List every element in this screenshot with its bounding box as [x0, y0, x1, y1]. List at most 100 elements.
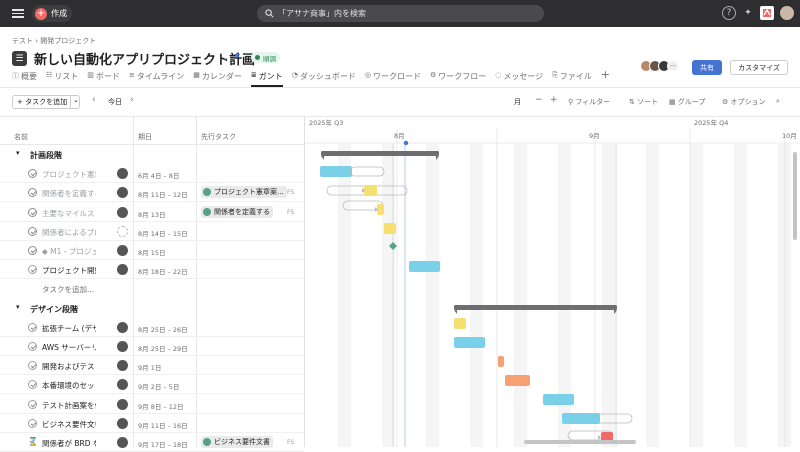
avatar[interactable]: [117, 168, 128, 180]
tab-calendar[interactable]: ▦ カレンダー: [193, 71, 242, 87]
task-name[interactable]: 開発およびテスト環境: [42, 361, 96, 372]
table-row[interactable]: 関係者によるプロジェクト承認 8月 14日 – 15日: [0, 222, 304, 241]
menu-icon[interactable]: [12, 7, 24, 19]
dependency-chip[interactable]: プロジェクト憲章案...: [201, 186, 287, 199]
task-checkbox[interactable]: [28, 207, 37, 217]
avatar[interactable]: [117, 187, 128, 199]
task-checkbox[interactable]: [28, 226, 37, 236]
task-checkbox[interactable]: [28, 399, 37, 409]
task-name[interactable]: AWS サーバーリソース: [42, 342, 96, 353]
task-name[interactable]: 拡張チーム (デザイン): [42, 323, 96, 334]
help-icon[interactable]: ?: [722, 6, 736, 20]
horizontal-scrollbar[interactable]: [524, 440, 636, 444]
dependency-chip[interactable]: ビジネス要件文書: [201, 436, 273, 448]
task-checkbox[interactable]: [28, 361, 37, 371]
avatar[interactable]: [117, 417, 128, 429]
table-row[interactable]: テスト計画案を作成 9月 8日 – 12日: [0, 395, 304, 414]
avatar[interactable]: [117, 225, 128, 237]
table-row[interactable]: 拡張チーム (デザイン) 8月 25日 – 26日: [0, 318, 304, 337]
due-date[interactable]: 9月 1日: [138, 362, 161, 372]
tab-workload[interactable]: ◎ ワークロード: [365, 71, 421, 87]
column-header-name[interactable]: 名前: [14, 132, 28, 142]
previous-icon[interactable]: ‹: [92, 95, 96, 105]
due-date[interactable]: 9月 2日 – 5日: [138, 381, 179, 391]
zoom-month-select[interactable]: 月: [514, 97, 521, 107]
vertical-scrollbar[interactable]: [793, 152, 797, 240]
table-row[interactable]: ◆ M1 - プロジェクト計画完了 8月 15日: [0, 241, 304, 260]
task-name[interactable]: ◆ M1 - プロジェクト計画完了: [42, 246, 96, 257]
add-task-link[interactable]: タスクを追加...: [42, 284, 94, 295]
avatar[interactable]: [117, 245, 128, 256]
filter-button[interactable]: ⚲ フィルター: [568, 97, 610, 107]
caret-down-icon[interactable]: ▾: [16, 149, 20, 157]
hourglass-icon[interactable]: ⌛: [28, 437, 38, 446]
task-checkbox[interactable]: [28, 265, 37, 275]
due-date[interactable]: 8月 25日 – 29日: [138, 343, 188, 353]
task-checkbox[interactable]: [28, 246, 37, 255]
table-row[interactable]: AWS サーバーリソース 8月 25日 – 29日: [0, 337, 304, 356]
column-header-date[interactable]: 期日: [138, 132, 152, 142]
avatar[interactable]: [117, 398, 128, 410]
star-icon[interactable]: ★: [233, 51, 241, 61]
task-checkbox[interactable]: [28, 188, 37, 198]
zoom-out-icon[interactable]: −: [535, 95, 543, 105]
add-tab-button[interactable]: +: [601, 68, 610, 84]
workspace-logo-icon[interactable]: [760, 6, 774, 20]
task-checkbox[interactable]: [28, 322, 37, 332]
task-name[interactable]: プロジェクト開始: [42, 265, 96, 276]
tab-gantt[interactable]: ≣ ガント: [250, 71, 283, 87]
table-row[interactable]: 本番環境のセットアップ 9月 2日 – 5日: [0, 375, 304, 395]
group-button[interactable]: ▦ グループ: [669, 97, 705, 107]
member-avatars[interactable]: ···: [640, 60, 679, 72]
due-date[interactable]: 8月 18日 – 22日: [138, 266, 188, 276]
tab-timeline[interactable]: ≡ タイムライン: [129, 71, 184, 87]
avatar[interactable]: [117, 360, 128, 372]
avatar[interactable]: [117, 437, 128, 448]
table-row[interactable]: 主要なマイルストーン 8月 13日 関係者を定義する FS: [0, 203, 304, 222]
zoom-in-icon[interactable]: +: [550, 95, 558, 105]
tab-dashboard[interactable]: ◔ ダッシュボード: [292, 71, 356, 87]
create-button[interactable]: + 作成: [32, 5, 72, 22]
next-icon[interactable]: ›: [130, 95, 134, 105]
task-name[interactable]: 関係者を定義する: [42, 188, 96, 199]
due-date[interactable]: 8月 11日 – 12日: [138, 189, 188, 199]
options-button[interactable]: ⚙ オプション: [722, 97, 766, 107]
table-row[interactable]: ⌛ 関係者が BRD を承認 9月 17日 – 18日 ビジネス要件文書 FS: [0, 433, 304, 452]
due-date[interactable]: 8月 15日: [138, 247, 165, 257]
task-checkbox[interactable]: [28, 342, 37, 351]
task-name[interactable]: 本番環境のセットアップ: [42, 380, 96, 391]
chevron-down-icon[interactable]: ⌄: [70, 96, 79, 108]
due-date[interactable]: 8月 14日 – 15日: [138, 228, 188, 238]
share-button[interactable]: 共有: [692, 60, 722, 75]
task-name[interactable]: プロジェクト憲章: [42, 169, 96, 180]
breadcrumb[interactable]: テスト › 開発プロジェクト: [12, 36, 96, 46]
status-badge[interactable]: 順調: [251, 52, 280, 63]
task-name[interactable]: 関係者によるプロジェクト承認: [42, 227, 96, 238]
task-checkbox[interactable]: [28, 418, 37, 428]
task-name[interactable]: 主要なマイルストーン: [42, 208, 96, 219]
due-date[interactable]: 9月 11日 – 16日: [138, 420, 188, 430]
tab-messages[interactable]: ◌ メッセージ: [495, 71, 543, 87]
avatar[interactable]: [117, 206, 128, 218]
tab-files[interactable]: ⎘ ファイル: [552, 71, 592, 87]
chevron-down-icon[interactable]: ⌄: [222, 53, 229, 62]
task-name[interactable]: 関係者が BRD を承認: [42, 438, 96, 449]
sort-button[interactable]: ⇅ ソート: [629, 97, 658, 107]
task-checkbox[interactable]: [28, 380, 37, 390]
tab-board[interactable]: ▥ ボード: [87, 71, 120, 87]
table-row[interactable]: 開発およびテスト環境 9月 1日: [0, 356, 304, 376]
table-row[interactable]: プロジェクト憲章 6月 4日 – 8日: [0, 164, 304, 184]
tab-overview[interactable]: ⓘ 概要: [12, 71, 37, 87]
avatar[interactable]: [117, 341, 128, 352]
due-date[interactable]: 8月 25日 – 26日: [138, 324, 188, 334]
section-header[interactable]: ▾ デザイン段階: [0, 299, 304, 318]
task-name[interactable]: ビジネス要件文書: [42, 419, 96, 430]
task-checkbox[interactable]: [28, 169, 37, 179]
avatar[interactable]: [117, 379, 128, 391]
due-date[interactable]: 8月 13日: [138, 209, 165, 219]
customize-button[interactable]: カスタマイズ: [730, 60, 788, 75]
due-date[interactable]: 9月 17日 – 18日: [138, 439, 188, 449]
search-icon[interactable]: ⌕: [776, 97, 780, 106]
today-button[interactable]: 今日: [108, 97, 122, 107]
add-task-button[interactable]: + タスクを追加 ⌄: [12, 95, 80, 109]
